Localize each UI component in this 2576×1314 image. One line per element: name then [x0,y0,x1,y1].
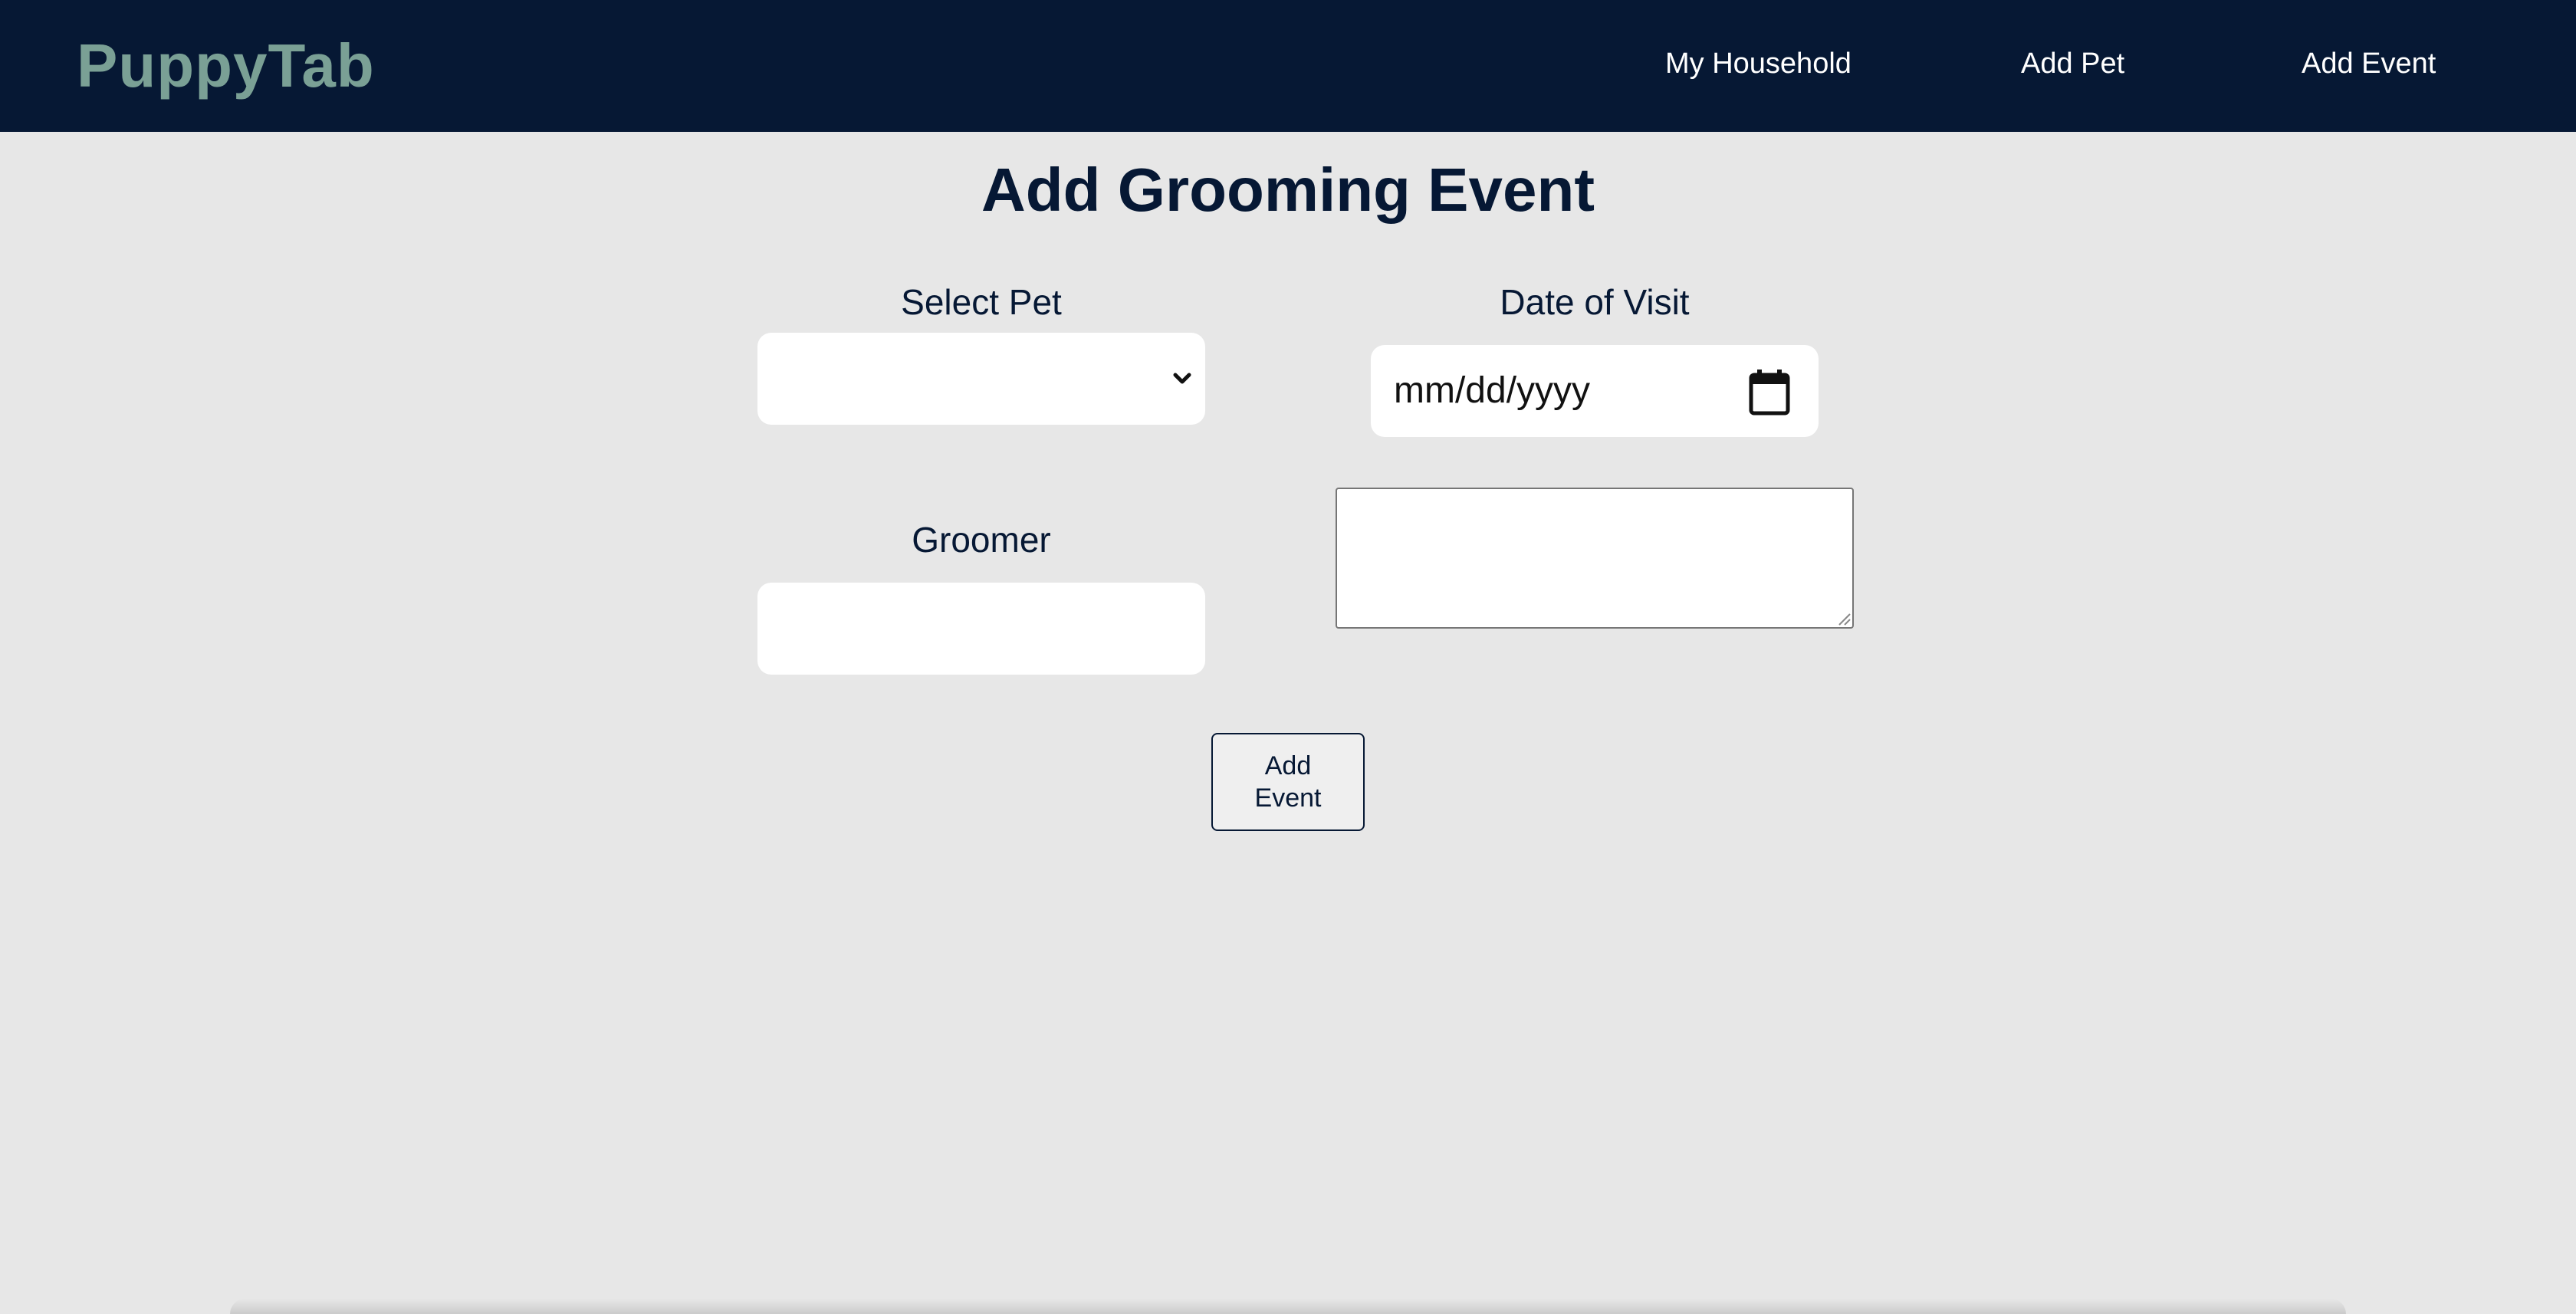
calendar-icon[interactable] [1748,368,1791,416]
add-event-button-label-line1: Add [1264,751,1312,780]
footer-shadow [230,1299,2346,1314]
nav-link-my-household[interactable]: My Household [1665,44,1852,83]
brand-logo[interactable]: PuppyTab [77,29,375,103]
nav-link-add-event[interactable]: Add Event [2302,44,2436,83]
page-title: Add Grooming Event [981,156,1595,224]
date-placeholder: mm/dd/yyyy [1394,370,1591,411]
notes-textarea[interactable] [1336,488,1854,629]
navbar: PuppyTab My Household Add Pet Add Event [0,0,2576,132]
add-event-button[interactable]: Add Event [1211,733,1365,831]
groomer-label: Groomer [912,520,1051,560]
resize-grip-icon[interactable] [1837,612,1851,626]
groomer-input[interactable] [757,583,1205,675]
nav-link-add-pet[interactable]: Add Pet [2021,44,2124,83]
add-event-button-label-line2: Event [1254,783,1322,813]
date-of-visit-input[interactable]: mm/dd/yyyy [1371,345,1819,437]
select-pet-label: Select Pet [901,282,1062,322]
select-pet-dropdown[interactable] [757,333,1205,425]
date-of-visit-label: Date of Visit [1500,282,1690,322]
chevron-down-icon [1173,373,1191,384]
